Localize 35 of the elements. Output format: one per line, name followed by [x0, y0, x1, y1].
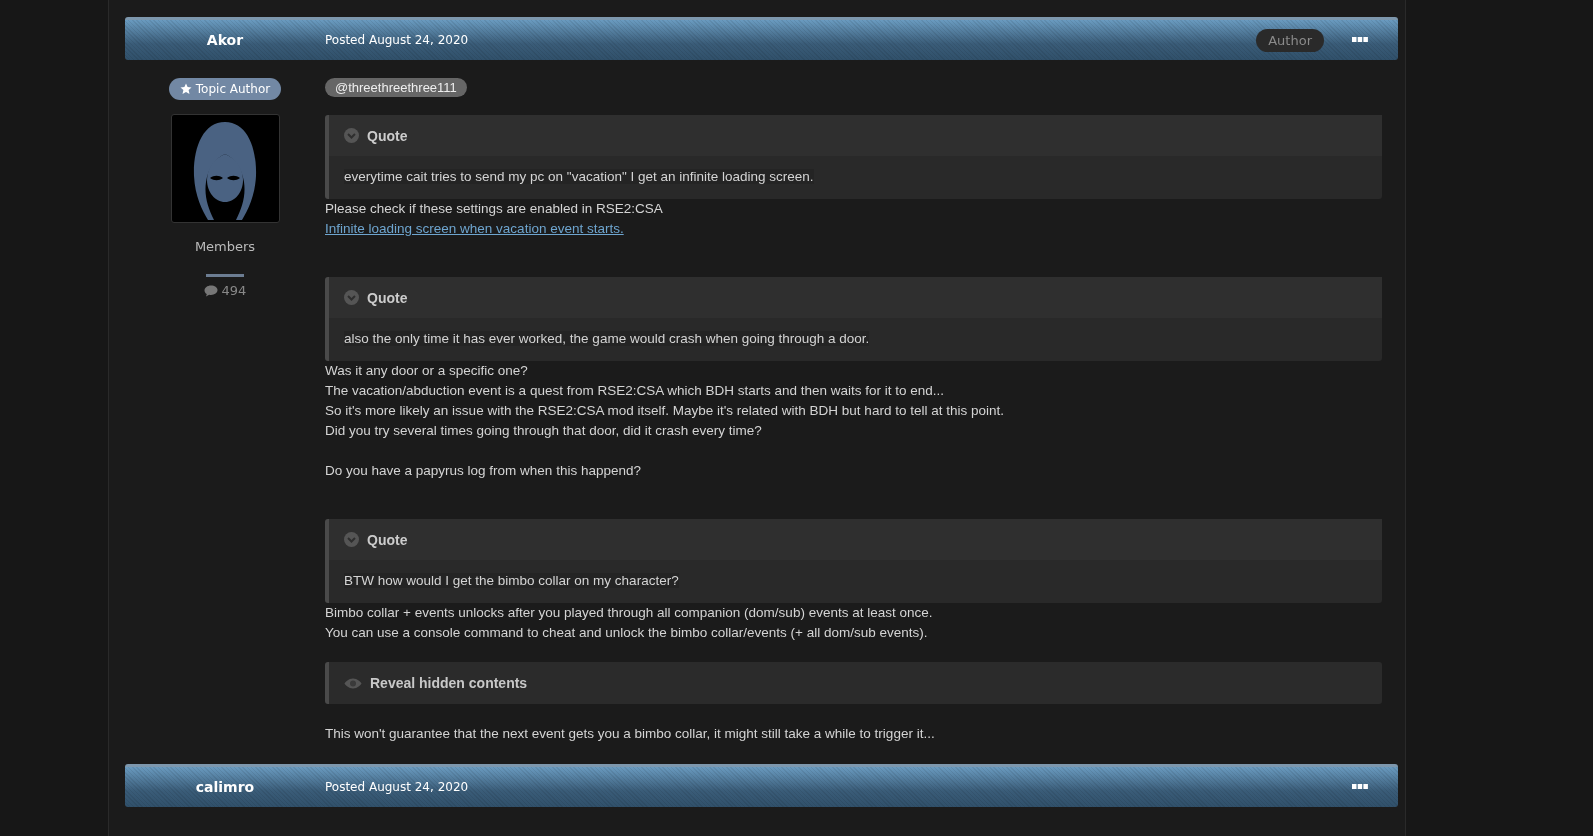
- post-text: Do you have a papyrus log from when this happend?: [325, 462, 642, 480]
- author-name-link[interactable]: calimro: [195, 779, 255, 795]
- post-text: The vacation/abduction event is a quest from RSE2:CSA which BDH starts and then waits for it to end...: [325, 382, 946, 400]
- dots-icon: [1352, 37, 1368, 43]
- user-mention-link[interactable]: @threethreethree111: [325, 78, 467, 97]
- eye-icon: [344, 677, 362, 689]
- dots-icon: [1352, 784, 1368, 790]
- quote-text: also the only time it has ever worked, the game would crash when going through a door.: [344, 331, 870, 346]
- chevron-circle-icon: [344, 532, 359, 547]
- quote-title: Quote: [367, 127, 408, 144]
- post-text: Was it any door or a specific one?: [325, 362, 529, 380]
- post-text: So it's more likely an issue with the RSE2:CSA mod itself. Maybe it's related with BDH but hard to tell at this point.: [325, 402, 1005, 420]
- author-tag: Author: [1256, 28, 1324, 52]
- post-text: You can use a console command to cheat and unlock the bimbo collar/events (+ all dom/sub events).: [325, 624, 929, 642]
- post-text: Please check if these settings are enabled in RSE2:CSA: [325, 200, 664, 218]
- quote-text: BTW how would I get the bimbo collar on my character?: [344, 573, 679, 588]
- topic-author-badge: Topic Author: [168, 78, 282, 100]
- reveal-hidden-contents-button[interactable]: Reveal hidden contents: [325, 662, 1382, 704]
- chevron-circle-icon: [344, 128, 359, 143]
- chevron-circle-icon: [344, 290, 359, 305]
- star-icon: [179, 83, 192, 95]
- post-count: 494: [203, 283, 247, 298]
- member-group: Members: [194, 239, 256, 254]
- quote-title: Quote: [367, 531, 408, 548]
- quote-title: Quote: [367, 289, 408, 306]
- post-date: Posted August 24, 2020: [325, 33, 469, 47]
- topic-link[interactable]: Infinite loading screen when vacation event starts.: [325, 221, 624, 236]
- post-date: Posted August 24, 2020: [325, 780, 469, 794]
- avatar[interactable]: [170, 114, 280, 223]
- speech-bubble-icon: [203, 284, 218, 297]
- post-text: This won't guarantee that the next event gets you a bimbo collar, it might still take a while to trigger it...: [325, 725, 936, 743]
- post-text: Did you try several times going through that door, did it crash every time?: [325, 422, 763, 440]
- author-name-link[interactable]: Akor: [206, 32, 244, 48]
- post-text: Bimbo collar + events unlocks after you played through all companion (dom/sub) events at least once.: [325, 604, 934, 622]
- quote-text: everytime cait tries to send my pc on "vacation" I get an infinite loading screen.: [344, 169, 814, 184]
